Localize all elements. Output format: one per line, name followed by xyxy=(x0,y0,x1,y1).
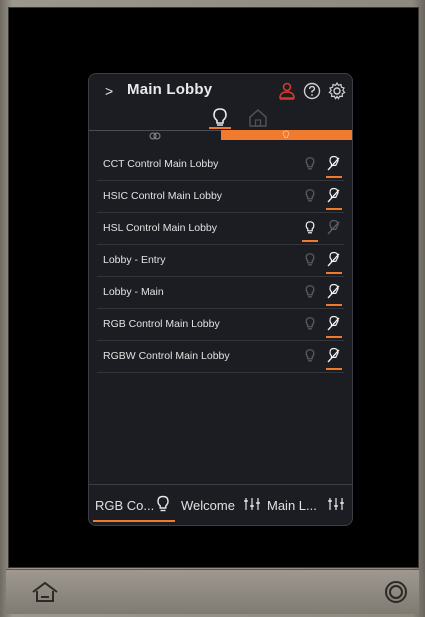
page-title: Main Lobby xyxy=(127,81,213,98)
link-icon xyxy=(149,132,161,140)
bulb-edit-icon[interactable] xyxy=(325,283,341,300)
list-item-label: RGBW Control Main Lobby xyxy=(103,350,230,362)
bulb-edit-icon[interactable] xyxy=(325,155,341,172)
list-item-label: CCT Control Main Lobby xyxy=(103,158,219,170)
list-item[interactable]: RGB Control Main Lobby xyxy=(97,309,344,341)
bulb-edit-icon[interactable] xyxy=(325,187,341,204)
load-list: CCT Control Main Lobby HSIC Control Main … xyxy=(97,149,344,373)
bottom-tab-label: RGB Co... xyxy=(95,498,155,513)
bottom-tab-main-lobby[interactable]: Main L... xyxy=(265,493,351,519)
list-item-label: Lobby - Entry xyxy=(103,254,166,266)
home-icon[interactable] xyxy=(30,580,60,604)
lightbulb-icon[interactable] xyxy=(302,220,318,236)
list-item[interactable]: HSL Control Main Lobby xyxy=(97,213,344,245)
subtabs xyxy=(89,130,352,141)
list-item-label: Lobby - Main xyxy=(103,286,164,298)
bottom-tab-rgb[interactable]: RGB Co... xyxy=(91,493,177,522)
list-item-label: HSL Control Main Lobby xyxy=(103,222,218,234)
list-item[interactable]: Lobby - Main xyxy=(97,277,344,309)
lightbulb-icon[interactable] xyxy=(302,156,318,172)
lightbulb-icon[interactable] xyxy=(302,284,318,300)
list-item[interactable]: HSIC Control Main Lobby xyxy=(97,181,344,213)
list-item[interactable]: Lobby - Entry xyxy=(97,245,344,277)
selection-indicator xyxy=(326,176,342,178)
lightbulb-icon[interactable] xyxy=(302,188,318,204)
bottom-tab-label: Welcome xyxy=(181,498,235,513)
subtab-lights[interactable] xyxy=(221,130,352,140)
bottom-tab-welcome[interactable]: Welcome xyxy=(181,493,263,519)
gear-icon[interactable] xyxy=(327,81,347,101)
user-alert-icon[interactable] xyxy=(277,81,297,101)
selection-indicator xyxy=(302,240,318,242)
sliders-icon xyxy=(328,498,344,510)
bulb-edit-icon[interactable] xyxy=(325,219,341,236)
tab-home[interactable] xyxy=(245,106,271,130)
bottom-tabs: RGB Co... Welcome Main L... xyxy=(89,484,352,525)
lightbulb-icon[interactable] xyxy=(302,316,318,332)
control-panel: > Main Lobby CCT Control Main Lobby HSIC… xyxy=(88,73,353,526)
list-item[interactable]: CCT Control Main Lobby xyxy=(97,149,344,181)
selection-indicator xyxy=(326,304,342,306)
selection-indicator xyxy=(326,272,342,274)
selection-indicator xyxy=(326,208,342,210)
list-item-label: RGB Control Main Lobby xyxy=(103,318,220,330)
lightbulb-icon xyxy=(157,495,169,512)
help-icon[interactable] xyxy=(302,81,322,101)
device-bottom-bar xyxy=(6,569,419,614)
power-icon[interactable] xyxy=(384,580,408,604)
view-tabs xyxy=(89,106,352,130)
bulb-edit-icon[interactable] xyxy=(325,315,341,332)
bottom-tab-label: Main L... xyxy=(267,498,317,513)
lightbulb-icon[interactable] xyxy=(302,252,318,268)
subtab-links[interactable] xyxy=(89,130,221,142)
sliders-icon xyxy=(244,498,260,510)
bulb-edit-icon[interactable] xyxy=(325,251,341,268)
list-item[interactable]: RGBW Control Main Lobby xyxy=(97,341,344,373)
list-item-label: HSIC Control Main Lobby xyxy=(103,190,223,202)
active-bottom-tab-indicator xyxy=(93,520,175,522)
lightbulb-icon[interactable] xyxy=(302,348,318,364)
selection-indicator xyxy=(326,368,342,370)
active-tab-indicator xyxy=(209,127,231,129)
chevron-right-icon[interactable]: > xyxy=(105,83,113,99)
lightbulb-icon xyxy=(282,130,290,139)
selection-indicator xyxy=(326,336,342,338)
bulb-edit-icon[interactable] xyxy=(325,347,341,364)
panel-header: > Main Lobby xyxy=(89,74,352,108)
